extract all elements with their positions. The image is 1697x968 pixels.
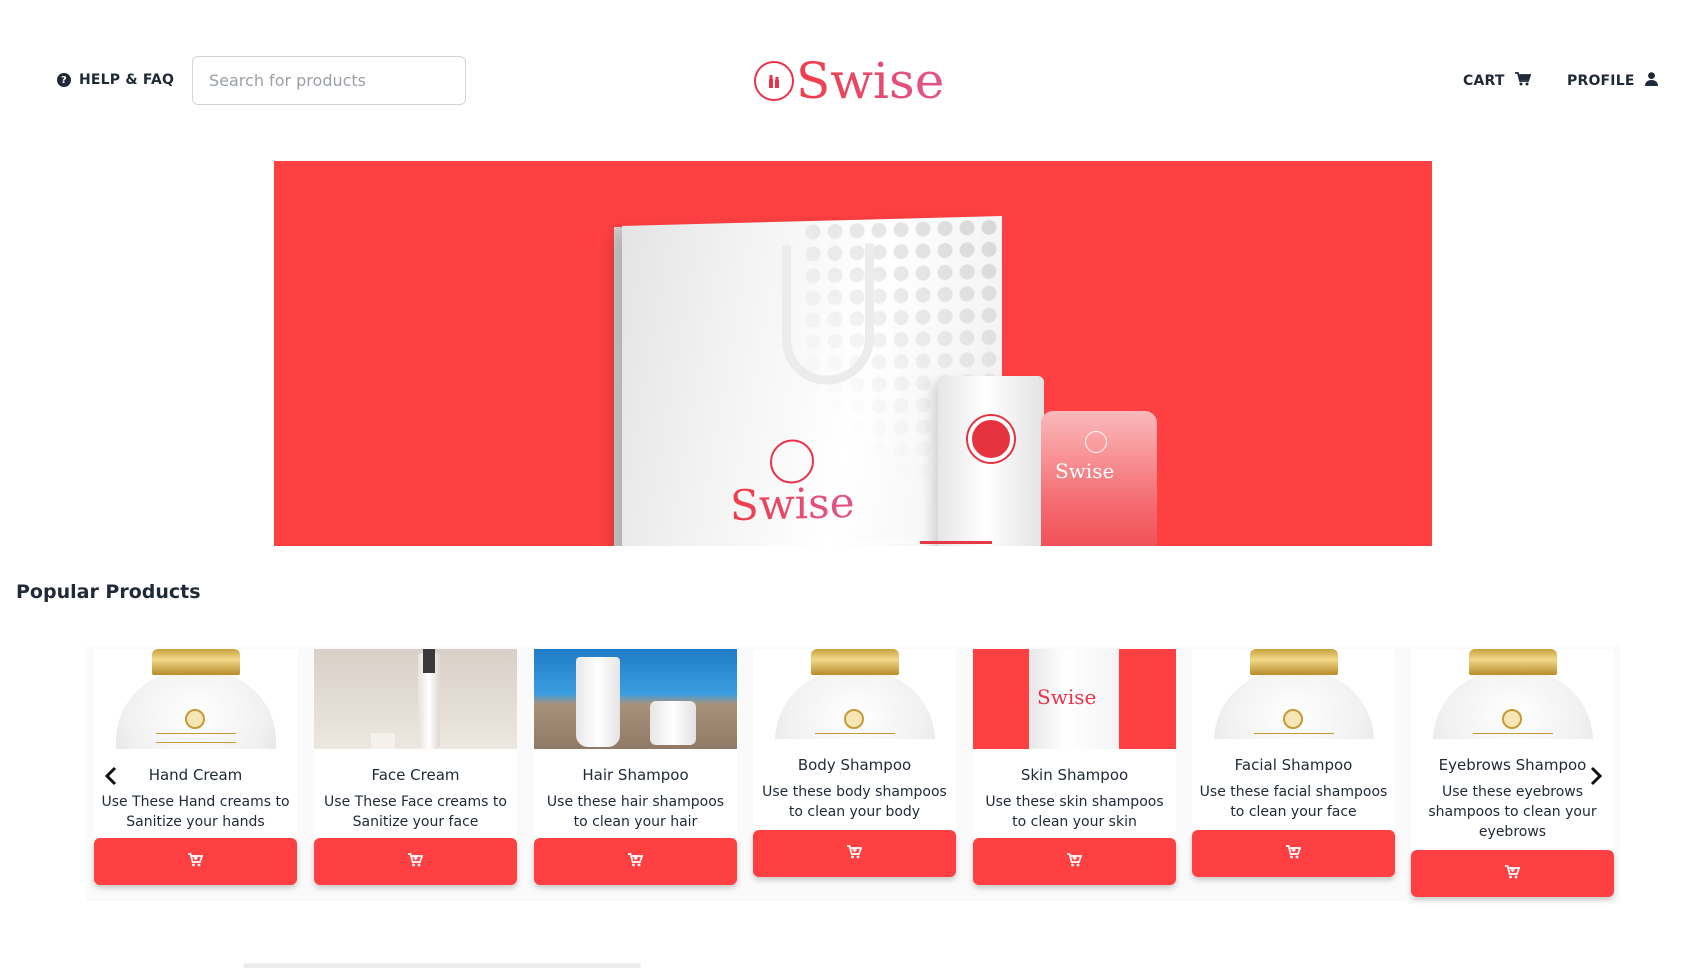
product-card[interactable]: Eyebrows Shampoo Use these eyebrows sham… xyxy=(1411,649,1614,897)
help-faq-label: HELP & FAQ xyxy=(79,72,175,88)
add-to-cart-icon xyxy=(408,852,424,871)
product-description: Use these facial shampoos to clean your … xyxy=(1199,784,1388,820)
product-name: Hair Shampoo xyxy=(582,766,689,784)
profile-label: PROFILE xyxy=(1567,73,1635,89)
product-card[interactable]: Hand Cream Use These Hand creams to Sani… xyxy=(94,649,297,885)
logo-wordmark: Swise xyxy=(796,52,945,110)
product-image xyxy=(1411,649,1614,739)
add-to-cart-button[interactable] xyxy=(1192,830,1395,877)
bag-brand-text: Swise xyxy=(730,477,855,531)
shampoo-tube-image xyxy=(576,657,620,747)
site-logo[interactable]: Swise xyxy=(754,52,944,110)
chevron-left-icon[interactable] xyxy=(104,766,118,790)
product-name: Face Cream xyxy=(371,766,460,784)
product-description: Use these eyebrows shampoos to clean you… xyxy=(1428,784,1597,840)
product-card[interactable]: Facial Shampoo Use these facial shampoos… xyxy=(1192,649,1395,877)
chevron-right-icon[interactable] xyxy=(1589,766,1603,790)
add-to-cart-icon xyxy=(1067,852,1083,871)
add-to-cart-icon xyxy=(847,844,863,863)
bottle-pump xyxy=(423,649,435,673)
pack-brand-text: Swise xyxy=(1037,685,1097,709)
product-image xyxy=(534,649,737,749)
product-name: Body Shampoo xyxy=(797,756,912,774)
product-description: Use these hair shampoos to clean your ha… xyxy=(546,794,725,830)
product-card[interactable]: Hair Shampoo Use these hair shampoos to … xyxy=(534,649,737,885)
cream-jar-image xyxy=(1214,649,1374,739)
add-to-cart-icon xyxy=(188,852,204,871)
add-to-cart-icon xyxy=(1286,844,1302,863)
product-name: Eyebrows Shampoo xyxy=(1438,756,1587,774)
search-input[interactable] xyxy=(192,56,466,105)
top-navigation: ? HELP & FAQ Swise CART PROFILE xyxy=(0,0,1697,160)
add-to-cart-button[interactable] xyxy=(534,838,737,885)
carousel-indicator[interactable] xyxy=(842,541,914,544)
add-to-cart-button[interactable] xyxy=(973,838,1176,885)
product-image: Swise xyxy=(973,649,1176,749)
cream-tube-image xyxy=(938,376,1044,546)
carousel-indicators xyxy=(842,541,992,544)
pouch-brand-text: Swise xyxy=(1055,459,1115,483)
product-name: Facial Shampoo xyxy=(1234,756,1353,774)
product-image xyxy=(1192,649,1395,739)
add-to-cart-button[interactable] xyxy=(94,838,297,885)
add-to-cart-button[interactable] xyxy=(314,838,517,885)
cream-jar-image xyxy=(116,649,276,749)
product-card[interactable]: Body Shampoo Use these body shampoos to … xyxy=(753,649,956,877)
question-circle-icon: ? xyxy=(57,73,71,87)
product-name: Skin Shampoo xyxy=(1020,766,1129,784)
hero-banner[interactable]: Swise Swise xyxy=(274,161,1432,546)
shopping-cart-icon xyxy=(1514,72,1531,90)
tube-logo-icon xyxy=(968,416,1014,462)
lipstick-icon xyxy=(754,61,794,101)
product-card[interactable]: Face Cream Use These Face creams to Sani… xyxy=(314,649,517,885)
product-description: Use These Face creams to Sanitize your f… xyxy=(324,794,507,830)
product-card[interactable]: Swise Skin Shampoo Use these skin shampo… xyxy=(973,649,1176,885)
add-to-cart-icon xyxy=(1505,864,1521,883)
product-image xyxy=(94,649,297,749)
add-to-cart-button[interactable] xyxy=(1411,850,1614,897)
product-description: Use these body shampoos to clean your bo… xyxy=(762,784,947,820)
pouch-image: Swise xyxy=(1041,411,1157,546)
user-icon xyxy=(1644,72,1658,90)
cream-jar-image xyxy=(775,649,935,739)
cream-jar-image xyxy=(1433,649,1593,739)
product-image xyxy=(314,649,517,749)
profile-link[interactable]: PROFILE xyxy=(1567,72,1658,90)
display-cube xyxy=(371,733,395,749)
pouch-logo-icon xyxy=(1085,431,1107,453)
add-to-cart-icon xyxy=(628,852,644,871)
bag-handle xyxy=(782,243,874,386)
add-to-cart-button[interactable] xyxy=(753,830,956,877)
cream-pot-image xyxy=(650,701,696,745)
footer-edge xyxy=(243,963,641,968)
cart-link[interactable]: CART xyxy=(1463,72,1531,90)
product-description: Use These Hand creams to Sanitize your h… xyxy=(101,794,290,830)
section-title: Popular Products xyxy=(16,581,201,603)
help-faq-link[interactable]: ? HELP & FAQ xyxy=(57,72,174,88)
carousel-indicator-active[interactable] xyxy=(920,541,992,544)
product-image xyxy=(753,649,956,739)
product-name: Hand Cream xyxy=(148,766,243,784)
product-description: Use these skin shampoos to clean your sk… xyxy=(985,794,1164,830)
cart-label: CART xyxy=(1463,73,1505,89)
